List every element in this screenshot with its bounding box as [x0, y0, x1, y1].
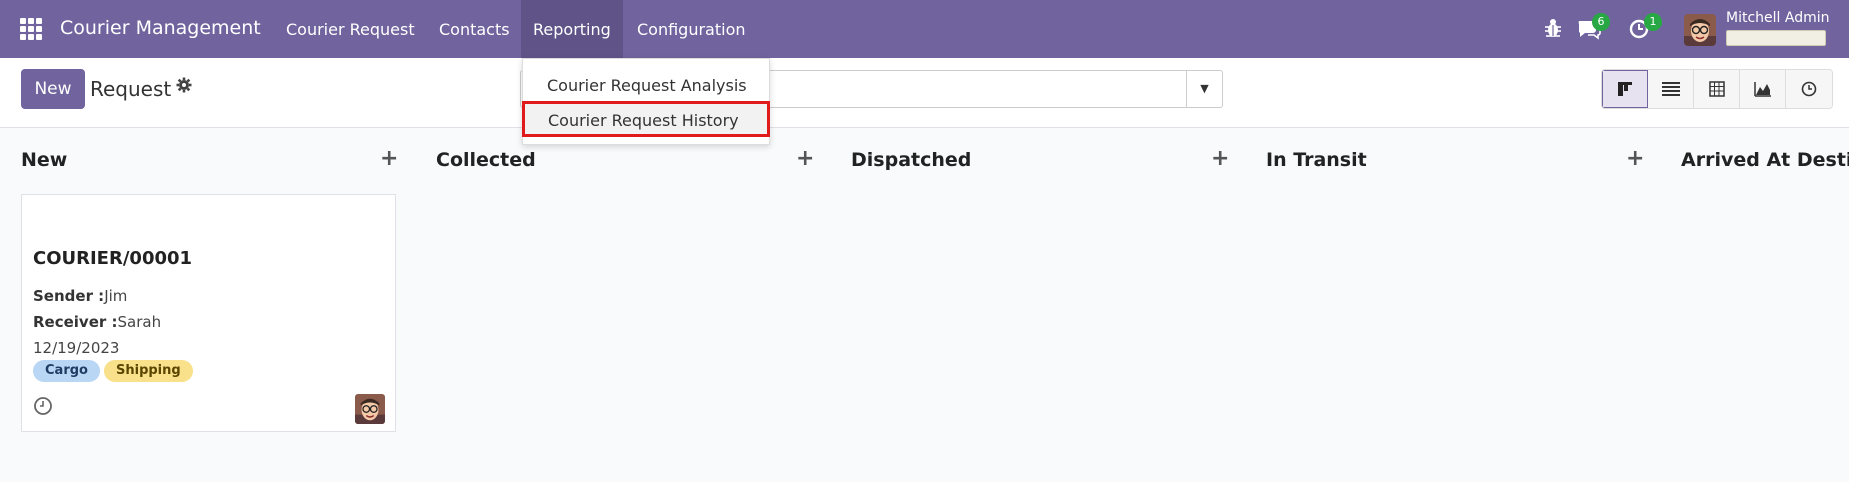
user-avatar[interactable] — [1684, 14, 1716, 46]
tag-shipping: Shipping — [104, 360, 193, 382]
gear-icon[interactable] — [176, 77, 192, 98]
card-title: COURIER/00001 — [33, 248, 193, 269]
column-add-icon[interactable]: + — [796, 146, 814, 171]
kanban-icon — [1618, 82, 1632, 96]
dropdown-item-analysis[interactable]: Courier Request Analysis — [523, 76, 769, 95]
search-options-toggle[interactable]: ▼ — [1186, 71, 1222, 107]
card-receiver: Receiver :Sarah — [33, 313, 161, 331]
activities-count-badge: 1 — [1644, 13, 1662, 31]
list-icon — [1661, 82, 1680, 96]
pivot-view-button[interactable] — [1694, 70, 1740, 108]
receiver-label: Receiver : — [33, 313, 118, 331]
database-name-box — [1726, 30, 1826, 46]
breadcrumb: Request — [90, 77, 172, 101]
caret-down-icon: ▼ — [1200, 82, 1209, 95]
column-add-icon[interactable]: + — [380, 146, 398, 171]
kanban-board: New + Collected + Dispatched + In Transi… — [0, 128, 1849, 482]
activity-view-button[interactable] — [1786, 70, 1832, 108]
column-header-arrived: Arrived At Destin — [1681, 149, 1849, 171]
list-view-button[interactable] — [1648, 70, 1694, 108]
app-brand[interactable]: Courier Management — [60, 17, 261, 39]
clock-icon — [1801, 81, 1817, 97]
column-header-in-transit: In Transit — [1266, 149, 1367, 171]
activity-clock-icon[interactable] — [33, 396, 53, 416]
control-panel: New Request ▼ — [0, 58, 1849, 128]
sender-label: Sender : — [33, 287, 105, 305]
apps-menu-icon[interactable] — [20, 18, 42, 40]
tag-cargo: Cargo — [33, 360, 100, 382]
menu-configuration[interactable]: Configuration — [637, 20, 746, 39]
column-add-icon[interactable]: + — [1211, 146, 1229, 171]
menu-contacts[interactable]: Contacts — [439, 20, 510, 39]
new-button[interactable]: New — [21, 69, 85, 109]
graph-view-button[interactable] — [1740, 70, 1786, 108]
area-chart-icon — [1753, 82, 1771, 97]
bug-icon[interactable] — [1543, 17, 1563, 44]
column-header-collected: Collected — [436, 149, 536, 171]
messages-count-badge: 6 — [1592, 13, 1610, 31]
column-add-icon[interactable]: + — [1626, 146, 1644, 171]
top-navbar: Courier Management Courier Request Conta… — [0, 0, 1849, 58]
kanban-card[interactable]: COURIER/00001 Sender :Jim Receiver :Sara… — [21, 194, 396, 432]
user-name[interactable]: Mitchell Admin — [1726, 10, 1830, 26]
menu-reporting[interactable]: Reporting — [521, 0, 623, 58]
column-header-dispatched: Dispatched — [851, 149, 972, 171]
view-switcher — [1601, 69, 1833, 109]
card-sender: Sender :Jim — [33, 287, 127, 305]
kanban-view-button[interactable] — [1602, 70, 1648, 108]
receiver-value: Sarah — [117, 313, 162, 331]
assignee-avatar — [355, 394, 385, 424]
card-date: 12/19/2023 — [33, 339, 120, 357]
column-header-new: New — [21, 149, 68, 171]
sender-value: Jim — [104, 287, 128, 305]
table-icon — [1708, 81, 1725, 97]
menu-courier-request[interactable]: Courier Request — [286, 20, 415, 39]
reporting-dropdown: Courier Request Analysis Courier Request… — [522, 58, 770, 145]
dropdown-item-history[interactable]: Courier Request History — [522, 101, 770, 137]
